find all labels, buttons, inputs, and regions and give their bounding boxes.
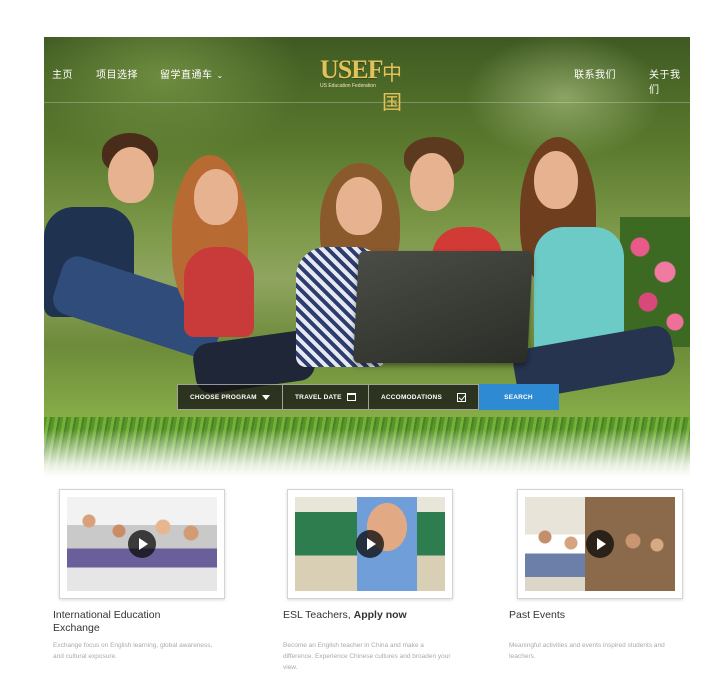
laptop — [353, 251, 533, 363]
hero-banner: 主页 项目选择 留学直通车 ⌄ USEF 中国 US Education Fede… — [44, 37, 690, 477]
logo-cn-text: 中国 — [382, 61, 402, 114]
play-icon[interactable] — [586, 530, 614, 558]
nav-home-label: 主页 — [52, 70, 73, 81]
accommodations-label: ACCOMODATIONS — [381, 393, 442, 401]
card-esl-video[interactable] — [287, 489, 453, 599]
nav-contact-label: 联系我们 — [574, 70, 616, 81]
program-search-bar: CHOOSE PROGRAM TRAVEL DATE ACCOMODATIONS… — [177, 384, 559, 410]
play-icon[interactable] — [356, 530, 384, 558]
events-thumbnail — [525, 497, 675, 591]
top-navigation: 主页 项目选择 留学直通车 ⌄ USEF 中国 US Education Fede… — [44, 37, 690, 114]
usef-logo[interactable]: USEF 中国 US Education Federation — [320, 55, 416, 114]
nav-home[interactable]: 主页 — [52, 66, 73, 81]
card-events-video[interactable] — [517, 489, 683, 599]
card-title-exchange-text: International Education Exchange — [53, 609, 161, 634]
card-title-events[interactable]: Past Events — [509, 609, 679, 622]
search-button-label: SEARCH — [504, 393, 533, 401]
logo-subtitle: US Education Federation — [320, 83, 376, 89]
nav-contact[interactable]: 联系我们 — [574, 66, 616, 81]
caret-down-icon — [262, 394, 270, 400]
nav-about[interactable]: 关于我们 — [649, 66, 690, 96]
checkbox-icon[interactable] — [457, 392, 466, 402]
nav-programs[interactable]: 项目选择 — [96, 66, 138, 81]
card-title-esl-text: ESL Teachers, — [283, 609, 354, 621]
esl-thumbnail — [295, 497, 445, 591]
card-title-exchange[interactable]: International Education Exchange — [53, 609, 193, 635]
card-title-events-text: Past Events — [509, 609, 566, 621]
choose-program-label: CHOOSE PROGRAM — [190, 393, 257, 401]
exchange-thumbnail — [67, 497, 217, 591]
travel-date-picker[interactable]: TRAVEL DATE — [283, 384, 369, 410]
card-desc-events: Meaningful activities and events inspire… — [509, 642, 665, 660]
grass-background — [44, 417, 690, 477]
card-desc-esl: Become an English teacher in China and m… — [283, 642, 451, 671]
accommodations-toggle[interactable]: ACCOMODATIONS — [369, 384, 479, 410]
play-icon[interactable] — [128, 530, 156, 558]
card-exchange-video[interactable] — [59, 489, 225, 599]
apply-now-link[interactable]: Apply now — [354, 609, 407, 621]
nav-programs-label: 项目选择 — [96, 70, 138, 81]
logo-text: USEF — [320, 55, 383, 84]
nav-study-abroad-label: 留学直通车 — [160, 70, 213, 81]
calendar-icon — [347, 393, 356, 401]
card-title-esl[interactable]: ESL Teachers, Apply now — [283, 609, 453, 622]
nav-about-label: 关于我们 — [649, 70, 681, 96]
search-button[interactable]: SEARCH — [479, 384, 559, 410]
chevron-down-icon: ⌄ — [216, 71, 224, 80]
card-desc-exchange: Exchange focus on English learning, glob… — [53, 642, 213, 660]
nav-study-abroad[interactable]: 留学直通车 ⌄ — [160, 66, 224, 81]
travel-date-label: TRAVEL DATE — [295, 393, 342, 401]
choose-program-dropdown[interactable]: CHOOSE PROGRAM — [177, 384, 283, 410]
